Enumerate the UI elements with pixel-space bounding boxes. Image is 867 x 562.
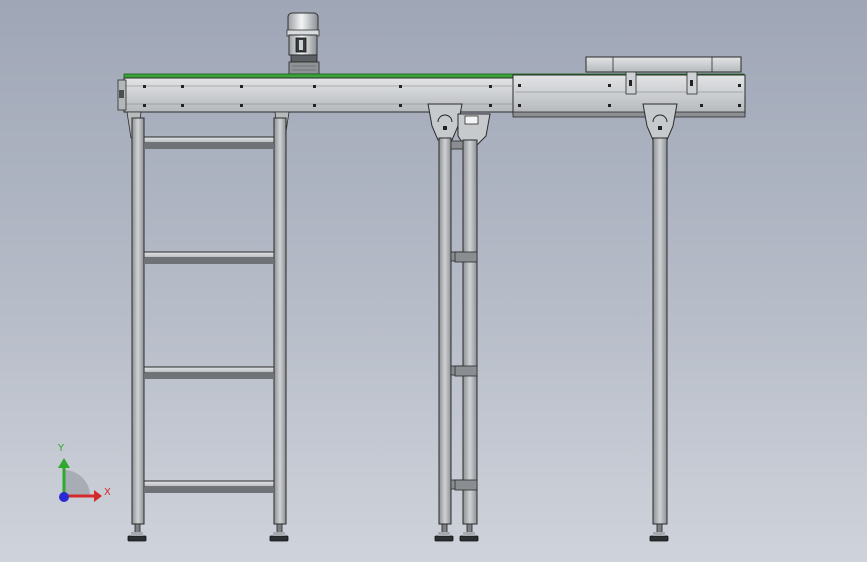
leg-frame-3[interactable] bbox=[642, 103, 678, 525]
leveling-feet bbox=[127, 523, 669, 542]
x-axis-label: X bbox=[104, 487, 111, 498]
leg-frame-1[interactable] bbox=[126, 111, 290, 525]
conveyor-frame-right[interactable] bbox=[512, 71, 746, 118]
drive-motor[interactable] bbox=[286, 12, 320, 75]
y-axis-label: Y bbox=[58, 443, 65, 454]
coordinate-triad bbox=[58, 458, 102, 502]
leg-frame-2[interactable] bbox=[427, 103, 491, 525]
cad-viewport[interactable] bbox=[0, 0, 867, 562]
z-axis-dot bbox=[59, 492, 69, 502]
end-cap-left[interactable] bbox=[117, 79, 127, 111]
product-block[interactable] bbox=[585, 56, 742, 73]
